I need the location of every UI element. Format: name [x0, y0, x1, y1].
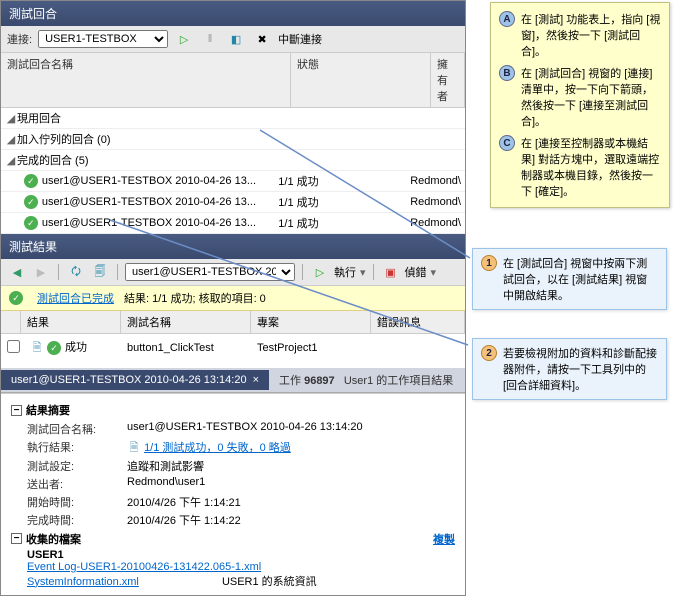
detail-icon[interactable]: 🗐 [90, 262, 110, 282]
test-runs-panel-header: 測試回合 [1, 1, 465, 26]
connect-label: 連接: [7, 31, 32, 47]
file-link[interactable]: Event Log-USER1-20100426-131422.065-1.xm… [27, 561, 261, 573]
copy-link[interactable]: 複製 [433, 531, 455, 547]
debug-icon[interactable]: ▣ [381, 262, 401, 282]
test-results-panel-header: 測試結果 [1, 234, 465, 259]
group-done[interactable]: ◢ 完成的回合 (5) [1, 150, 465, 171]
run-completed-link[interactable]: 測試回合已完成 [37, 290, 114, 306]
run-name-value: user1@USER1-TESTBOX 2010-04-26 13:14:20 [127, 421, 455, 437]
break-connection-icon[interactable]: ✖ [252, 29, 272, 49]
break-connection-label[interactable]: 中斷連接 [278, 31, 322, 47]
col-error[interactable]: 錯誤訊息 [371, 311, 465, 333]
col-result[interactable]: 結果 [21, 311, 121, 333]
result-row[interactable]: 🗎✓成功 button1_ClickTest TestProject1 [1, 334, 465, 362]
run-label[interactable]: 執行 [334, 264, 356, 280]
check-icon: ✓ [9, 291, 23, 305]
end-value: 2010/4/26 下午 1:14:22 [127, 512, 455, 528]
doc-icon: 🗎 [27, 338, 47, 358]
help-box: A在 [測試] 功能表上，指向 [視窗]，然後按一下 [測試回合]。 B在 [測… [490, 2, 670, 208]
step-badge-2: 2 [481, 345, 497, 361]
check-icon: ✓ [24, 216, 38, 230]
expander-icon[interactable]: ◢ [5, 133, 17, 146]
collapse-icon[interactable]: − [11, 405, 22, 416]
expander-icon[interactable]: ◢ [5, 154, 17, 167]
run-row[interactable]: ✓user1@USER1-TESTBOX 2010-04-26 13... 1/… [1, 171, 465, 192]
check-icon: ✓ [47, 341, 61, 355]
step-badge-a: A [499, 11, 515, 27]
connect-dropdown[interactable]: USER1-TESTBOX [38, 30, 168, 48]
detail-tab[interactable]: user1@USER1-TESTBOX 2010-04-26 13:14:20 … [1, 370, 269, 390]
go-icon[interactable]: ▷ [174, 29, 194, 49]
results-dropdown[interactable]: user1@USER1-TESTBOX 2010-04- [125, 263, 295, 281]
file-link[interactable]: SystemInformation.xml [27, 576, 139, 588]
nav-fwd-icon[interactable]: ▶ [31, 262, 51, 282]
check-icon: ✓ [24, 195, 38, 209]
col-project[interactable]: 專案 [251, 311, 371, 333]
group-queued[interactable]: ◢ 加入佇列的回合 (0) [1, 129, 465, 150]
doc-icon: 🗎 [127, 442, 141, 456]
refresh-icon[interactable]: 🗘 [66, 262, 86, 282]
close-icon[interactable]: × [253, 374, 259, 386]
files-section[interactable]: − 收集的檔案 複製 [11, 529, 455, 549]
stop-square-icon[interactable]: ◧ [226, 29, 246, 49]
step-badge-1: 1 [481, 255, 497, 271]
check-icon: ✓ [24, 174, 38, 188]
run-row[interactable]: ✓user1@USER1-TESTBOX 2010-04-26 13... 1/… [1, 213, 465, 234]
callout-2: 2若要檢視附加的資料和診斷配接器附件，請按一下工具列中的 [回合詳細資料]。 [472, 338, 667, 400]
step-badge-c: C [499, 135, 515, 151]
tab-label: user1@USER1-TESTBOX 2010-04-26 13:14:20 [11, 374, 247, 386]
sysinfo-label: USER1 的系統資訊 [222, 576, 317, 588]
debug-label[interactable]: 偵錯 [405, 264, 427, 280]
setting-value: 追蹤和測試影響 [127, 458, 455, 474]
sender-value: Redmond\user1 [127, 476, 455, 492]
col-owner[interactable]: 擁有者 [431, 53, 465, 107]
row-checkbox[interactable] [7, 340, 20, 353]
result-link[interactable]: 1/1 測試成功，0 失敗，0 略過 [144, 442, 291, 454]
results-summary-text: 結果: 1/1 成功; 核取的項目: 0 [124, 290, 266, 306]
collapse-icon[interactable]: − [11, 533, 22, 544]
col-status[interactable]: 狀態 [291, 53, 431, 107]
col-test[interactable]: 測試名稱 [121, 311, 251, 333]
group-active[interactable]: ◢ 現用回合 [1, 108, 465, 129]
step-badge-b: B [499, 65, 515, 81]
summary-section[interactable]: − 結果摘要 [11, 400, 455, 420]
machine-name: USER1 [27, 549, 455, 561]
nav-back-icon[interactable]: ◀ [7, 262, 27, 282]
pause-icon[interactable]: ‖ [200, 29, 220, 49]
start-value: 2010/4/26 下午 1:14:21 [127, 494, 455, 510]
job-label: 工作 96897 User1 的工作項目結果 [269, 368, 463, 392]
run-icon[interactable]: ▷ [310, 262, 330, 282]
col-run-name[interactable]: 測試回合名稱 [1, 53, 291, 107]
callout-1: 1在 [測試回合] 視窗中按兩下測試回合，以在 [測試結果] 視窗中開啟結果。 [472, 248, 667, 310]
expander-icon[interactable]: ◢ [5, 112, 17, 125]
run-row[interactable]: ✓user1@USER1-TESTBOX 2010-04-26 13... 1/… [1, 192, 465, 213]
